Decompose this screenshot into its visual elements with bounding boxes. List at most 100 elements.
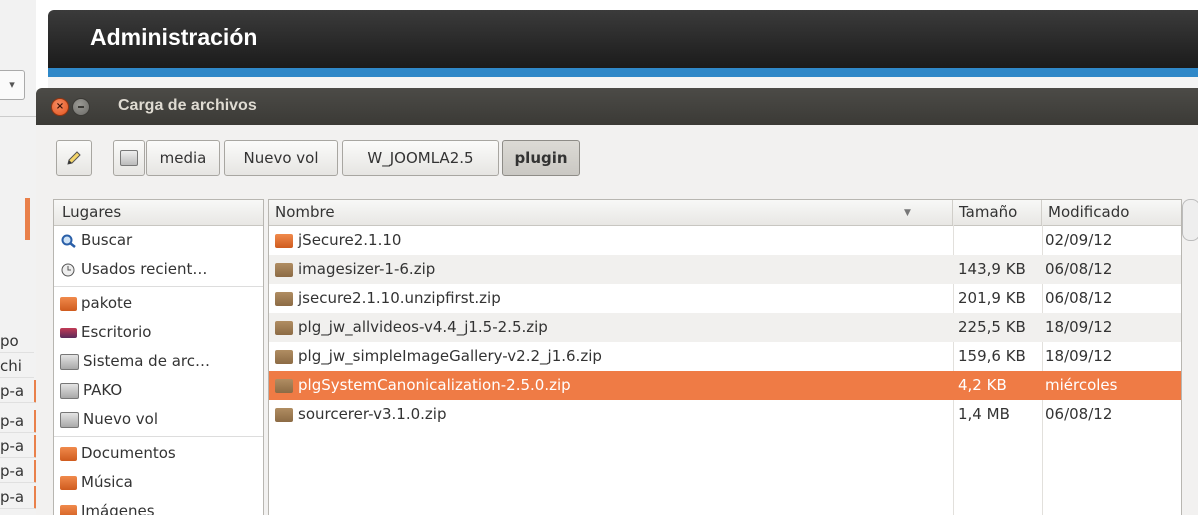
- file-size: 1,4 MB: [958, 405, 1010, 423]
- close-icon[interactable]: ×: [51, 98, 69, 116]
- minimize-icon[interactable]: [72, 98, 90, 116]
- sort-descending-icon: ▼: [904, 208, 911, 218]
- clipped-column-text: p-a: [0, 460, 39, 483]
- places-header[interactable]: Lugares: [54, 200, 263, 226]
- place-item-pakote[interactable]: pakote: [54, 289, 263, 318]
- drive-icon: [120, 150, 138, 166]
- path-segment-media[interactable]: media: [146, 140, 220, 176]
- drive-icon: [60, 353, 79, 370]
- admin-header: Administración: [48, 10, 1198, 68]
- place-item-sistema[interactable]: Sistema de arc…: [54, 347, 263, 376]
- file-modified: miércoles: [1045, 376, 1118, 394]
- file-modified: 18/09/12: [1045, 318, 1113, 336]
- place-label: Buscar: [81, 231, 133, 249]
- zip-archive-icon: [275, 320, 293, 335]
- watermark-shape: [1088, 430, 1198, 515]
- clipped-column-text: po: [0, 330, 34, 353]
- file-row-selected[interactable]: plgSystemCanonicalization-2.5.0.zip 4,2 …: [269, 371, 1181, 400]
- search-icon: [61, 234, 76, 248]
- desktop-icon: [60, 327, 77, 338]
- divider: [54, 286, 263, 287]
- place-item-imagenes[interactable]: Imágenes: [54, 497, 263, 515]
- column-header-name[interactable]: Nombre: [269, 200, 953, 225]
- file-name: imagesizer-1-6.zip: [298, 260, 436, 278]
- file-size: 143,9 KB: [958, 260, 1026, 278]
- pictures-folder-icon: [60, 504, 77, 515]
- clipped-column-text: p-a: [0, 410, 39, 433]
- place-item-documentos[interactable]: Documentos: [54, 439, 263, 468]
- file-name: jsecure2.1.10.unzipfirst.zip: [298, 289, 501, 307]
- clipped-column-text: chi: [0, 355, 34, 378]
- admin-menu-bar: [48, 68, 1198, 77]
- file-name: jSecure2.1.10: [298, 231, 402, 249]
- file-row[interactable]: imagesizer-1-6.zip 143,9 KB 06/08/12: [269, 255, 1181, 284]
- place-item-escritorio[interactable]: Escritorio: [54, 318, 263, 347]
- zip-archive-icon: [275, 349, 293, 364]
- folder-icon: [275, 233, 293, 248]
- place-item-nuevo-vol[interactable]: Nuevo vol: [54, 405, 263, 434]
- admin-title: Administración: [90, 24, 258, 50]
- zip-archive-icon: [275, 262, 293, 277]
- file-size: 201,9 KB: [958, 289, 1026, 307]
- place-item-buscar[interactable]: Buscar: [54, 226, 263, 255]
- place-label: Escritorio: [81, 323, 152, 341]
- places-sidebar: Lugares Buscar Usados recient… pakote Es…: [53, 199, 264, 515]
- drive-icon: [60, 411, 79, 428]
- zip-archive-icon: [275, 291, 293, 306]
- file-name: plgSystemCanonicalization-2.5.0.zip: [298, 376, 571, 394]
- file-name: plg_jw_simpleImageGallery-v2.2_j1.6.zip: [298, 347, 602, 365]
- edit-location-button[interactable]: [56, 140, 92, 176]
- clipped-column-text: p-a: [0, 435, 39, 458]
- file-row[interactable]: jSecure2.1.10 02/09/12: [269, 226, 1181, 255]
- column-header-size[interactable]: Tamaño: [953, 200, 1042, 225]
- place-item-recent[interactable]: Usados recient…: [54, 255, 263, 284]
- file-size: [958, 226, 1043, 255]
- zip-archive-icon: [275, 407, 293, 422]
- clipped-column-text: p-a: [0, 380, 39, 403]
- documents-folder-icon: [60, 446, 77, 461]
- path-segment-nuevo-vol[interactable]: Nuevo vol: [224, 140, 338, 176]
- column-header-label: Tamaño: [959, 203, 1018, 221]
- file-row[interactable]: jsecure2.1.10.unzipfirst.zip 201,9 KB 06…: [269, 284, 1181, 313]
- file-modified: 06/08/12: [1045, 260, 1113, 278]
- file-upload-dialog: × Carga de archivos media Nuevo vol W_JO…: [36, 88, 1198, 515]
- place-label: Usados recient…: [81, 260, 208, 278]
- active-tab-marker: [25, 198, 30, 240]
- file-modified: 02/09/12: [1045, 231, 1113, 249]
- dropdown-arrow-icon[interactable]: ▾: [0, 70, 25, 100]
- file-size: 225,5 KB: [958, 318, 1026, 336]
- dialog-titlebar[interactable]: × Carga de archivos: [36, 88, 1198, 125]
- file-size: 4,2 KB: [958, 376, 1007, 394]
- file-row[interactable]: sourcerer-v3.1.0.zip 1,4 MB 06/08/12: [269, 400, 1181, 429]
- file-row[interactable]: plg_jw_allvideos-v4.4_j1.5-2.5.zip 225,5…: [269, 313, 1181, 342]
- file-name: plg_jw_allvideos-v4.4_j1.5-2.5.zip: [298, 318, 548, 336]
- place-label: Sistema de arc…: [83, 352, 210, 370]
- clipped-column-text: p-a: [0, 486, 39, 509]
- file-modified: 06/08/12: [1045, 405, 1113, 423]
- vertical-scrollbar[interactable]: [1182, 199, 1198, 241]
- path-segment-plugin[interactable]: plugin: [502, 140, 580, 176]
- file-modified: 06/08/12: [1045, 289, 1113, 307]
- place-item-pako[interactable]: PAKO: [54, 376, 263, 405]
- place-label: Imágenes: [81, 502, 155, 515]
- file-size: 159,6 KB: [958, 347, 1026, 365]
- file-modified: 18/09/12: [1045, 347, 1113, 365]
- music-folder-icon: [60, 475, 77, 490]
- file-row[interactable]: plg_jw_simpleImageGallery-v2.2_j1.6.zip …: [269, 342, 1181, 371]
- file-list: Nombre ▼ Tamaño Modificado jSecure2.1.10…: [268, 199, 1182, 515]
- file-list-header: Nombre ▼ Tamaño Modificado: [269, 200, 1181, 226]
- drive-icon: [60, 382, 79, 399]
- path-root-button[interactable]: [113, 140, 145, 176]
- divider: [0, 116, 36, 117]
- column-header-label: Modificado: [1048, 203, 1130, 221]
- place-label: Documentos: [81, 444, 176, 462]
- file-name: sourcerer-v3.1.0.zip: [298, 405, 447, 423]
- place-label: Música: [81, 473, 133, 491]
- path-segment-w-joomla[interactable]: W_JOOMLA2.5: [342, 140, 499, 176]
- place-item-musica[interactable]: Música: [54, 468, 263, 497]
- column-header-modified[interactable]: Modificado: [1042, 200, 1181, 225]
- background-window-left-panel: ▾ po chi p-a p-a p-a p-a p-a: [0, 0, 39, 515]
- place-label: PAKO: [83, 381, 123, 399]
- dialog-title: Carga de archivos: [118, 97, 257, 114]
- column-header-label: Nombre: [275, 203, 335, 221]
